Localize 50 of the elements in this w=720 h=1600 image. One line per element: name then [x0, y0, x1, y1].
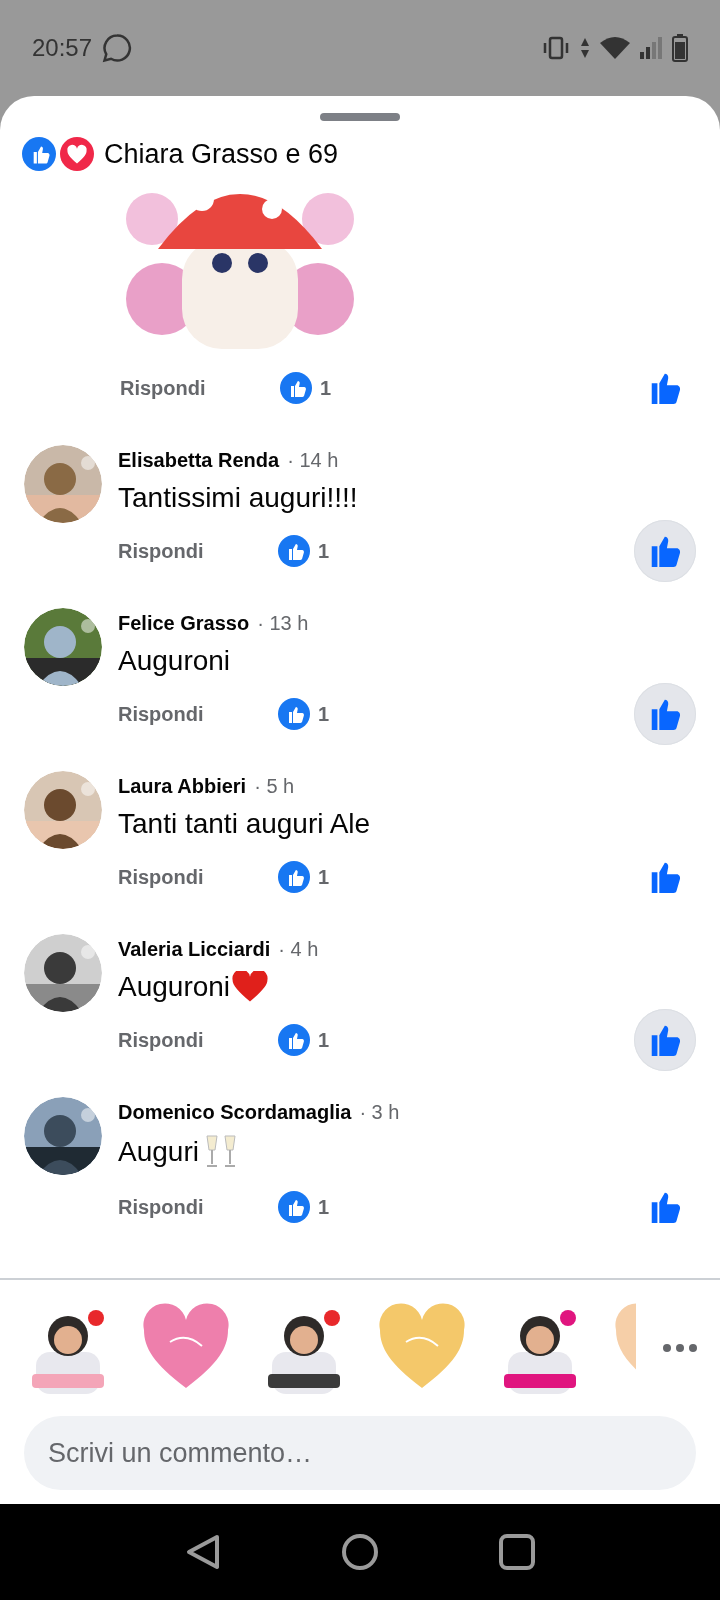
like-icon: [280, 372, 312, 404]
drag-handle[interactable]: [320, 113, 400, 121]
commenter-name[interactable]: Elisabetta Renda: [118, 449, 280, 472]
commenter-name[interactable]: Domenico Scordamaglia: [118, 1101, 352, 1124]
reply-link[interactable]: Rispondi: [120, 376, 280, 400]
chat-icon: [102, 33, 133, 63]
like-icon: [278, 861, 310, 893]
data-arrows-icon: [580, 37, 590, 59]
comment-time: · 13 h: [257, 612, 309, 635]
reactions-summary[interactable]: Chiara Grasso e 69: [104, 138, 339, 170]
commenter-name[interactable]: Laura Abbieri: [118, 775, 247, 798]
reply-link[interactable]: Rispondi: [118, 1028, 278, 1052]
comment-text: Tanti tanti auguri Ale: [118, 808, 371, 840]
comment-time: · 14 h: [287, 449, 339, 472]
like-count: 1: [320, 376, 332, 400]
love-reaction-icon: [60, 137, 94, 171]
more-icon[interactable]: [662, 1343, 698, 1353]
comment-text: Auguroni: [118, 971, 231, 1003]
like-icon: [278, 1191, 310, 1223]
like-count: 1: [318, 1195, 330, 1219]
comment-time: · 5 h: [254, 775, 295, 798]
like-icon: [278, 1024, 310, 1056]
heart-icon: [232, 971, 269, 1003]
comment-text: Auguroni: [118, 645, 231, 677]
reply-link[interactable]: Rispondi: [118, 1195, 278, 1219]
reply-link[interactable]: Rispondi: [118, 702, 278, 726]
wifi-icon: [600, 37, 630, 59]
home-icon[interactable]: [341, 1533, 379, 1571]
reply-link[interactable]: Rispondi: [118, 865, 278, 889]
comment-time: · 3 h: [359, 1101, 400, 1124]
comment-text: Auguri: [118, 1136, 199, 1168]
clock: 20:57: [32, 34, 93, 62]
like-icon: [278, 698, 310, 730]
like-count: 1: [318, 702, 330, 726]
signal-icon: [640, 37, 662, 59]
like-count: 1: [318, 865, 330, 889]
comment-text: Tantissimi auguri!!!!: [118, 482, 358, 514]
commenter-name[interactable]: Valeria Licciardi: [118, 938, 271, 961]
reply-link[interactable]: Rispondi: [118, 539, 278, 563]
like-reaction-icon: [22, 137, 56, 171]
comment-field[interactable]: Scrivi un commento…: [24, 1416, 696, 1490]
comment-time: · 4 h: [278, 938, 319, 961]
recents-icon[interactable]: [499, 1534, 535, 1570]
back-icon[interactable]: [185, 1533, 221, 1571]
like-count: 1: [318, 539, 330, 563]
vibrate-icon: [542, 36, 570, 60]
battery-icon: [672, 34, 688, 62]
like-icon: [278, 535, 310, 567]
like-count: 1: [318, 1028, 330, 1052]
commenter-name[interactable]: Felice Grasso: [118, 612, 250, 635]
